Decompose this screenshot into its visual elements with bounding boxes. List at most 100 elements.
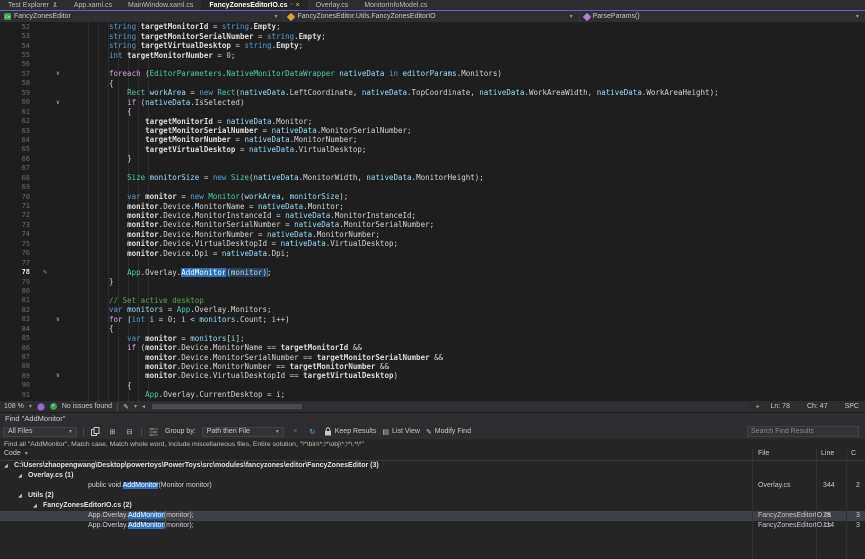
code-text: targetVirtualDesktop = nativeData.Virtua…	[70, 145, 865, 154]
fold-collapse-icon[interactable]: ∨	[56, 316, 70, 323]
result-row[interactable]: App.Overlay.AddMonitor(monitor);FancyZon…	[0, 521, 865, 531]
code-line-84[interactable]: 84 {	[0, 324, 865, 333]
expand-all-icon[interactable]: ⊞	[107, 426, 118, 437]
tab-mainwindow-xaml-cs[interactable]: MainWindow.xaml.cs	[120, 0, 201, 10]
tree-expander-icon[interactable]: ◢	[18, 493, 22, 499]
code-line-57[interactable]: 57∨foreach (EditorParameters.NativeMonit…	[0, 69, 865, 78]
member-dropdown[interactable]: ParseParams() ▾	[580, 11, 865, 22]
zoom-level[interactable]: 108 %	[0, 403, 24, 410]
tab-overlay-cs[interactable]: Overlay.cs	[308, 0, 357, 10]
code-line-87[interactable]: 87 monitor.Device.MonitorSerialNumber ==…	[0, 352, 865, 361]
code-line-85[interactable]: 85 var monitor = monitors[i];	[0, 333, 865, 342]
code-line-72[interactable]: 72 monitor.Device.MonitorInstanceId = na…	[0, 211, 865, 220]
code-line-54[interactable]: 54string targetVirtualDesktop = string.E…	[0, 41, 865, 50]
close-icon[interactable]: ×	[296, 2, 300, 9]
scroll-left-arrow[interactable]: ◂	[142, 403, 145, 410]
code-line-80[interactable]: 80	[0, 286, 865, 295]
horizontal-scrollbar[interactable]	[152, 403, 750, 410]
result-group-row[interactable]: ◢C:\Users\zhaopengwang\Desktop\powertoys…	[0, 461, 865, 471]
line-number: 82	[0, 306, 34, 314]
fold-collapse-icon[interactable]: ∨	[56, 372, 70, 379]
code-line-77[interactable]: 77	[0, 258, 865, 267]
fold-collapse-icon[interactable]: ∨	[56, 99, 70, 106]
scrollbar-thumb[interactable]	[152, 404, 302, 409]
code-line-79[interactable]: 79}	[0, 277, 865, 286]
list-view-toggle[interactable]: ▤ List View	[382, 428, 420, 436]
type-name: FancyZonesEditor.Utils.FancyZonesEditorI…	[297, 13, 435, 20]
code-line-63[interactable]: 63 targetMonitorSerialNumber = nativeDat…	[0, 126, 865, 135]
result-row[interactable]: App.Overlay.AddMonitor(monitor);FancyZon…	[0, 511, 865, 521]
tree-expander-icon[interactable]: ◢	[18, 473, 22, 479]
result-row[interactable]: public void AddMonitor(Monitor monitor)O…	[0, 481, 865, 491]
code-line-89[interactable]: 89∨ monitor.Device.VirtualDesktopId == t…	[0, 371, 865, 380]
fold-collapse-icon[interactable]: ∨	[56, 70, 70, 77]
code-line-74[interactable]: 74 monitor.Device.MonitorNumber = native…	[0, 230, 865, 239]
copy-icon[interactable]	[90, 426, 101, 437]
intellicode-icon[interactable]	[37, 403, 45, 411]
code-line-73[interactable]: 73 monitor.Device.MonitorSerialNumber = …	[0, 220, 865, 229]
scope-dropdown[interactable]: All Files ▾	[3, 427, 77, 437]
code-line-67[interactable]: 67	[0, 164, 865, 173]
refresh-icon[interactable]: ↻	[307, 426, 318, 437]
tab-monitorinfomodel-cs[interactable]: MonitorInfoModel.cs	[356, 0, 435, 10]
chevron-down-icon[interactable]: ▾	[29, 403, 32, 410]
code-line-68[interactable]: 68 Size monitorSize = new Size(nativeDat…	[0, 173, 865, 182]
scroll-right-arrow[interactable]: ▸	[756, 403, 759, 410]
pin-icon[interactable]	[52, 2, 58, 8]
code-line-62[interactable]: 62 targetMonitorId = nativeData.Monitor;	[0, 116, 865, 125]
modify-find-button[interactable]: ✎ Modify Find	[426, 428, 471, 436]
tab-fancyzoneseditorio-cs[interactable]: FancyZonesEditorIO.cs▫×	[201, 0, 307, 10]
tab-app-xaml-cs[interactable]: App.xaml.cs	[66, 0, 120, 10]
result-group-row[interactable]: ◢FancyZonesEditorIO.cs (2)	[0, 501, 865, 511]
code-line-60[interactable]: 60∨ if (nativeData.IsSelected)	[0, 98, 865, 107]
result-group-row[interactable]: ◢Overlay.cs (1)	[0, 471, 865, 481]
code-line-91[interactable]: 91 App.Overlay.CurrentDesktop = i;	[0, 390, 865, 399]
code-line-59[interactable]: 59 Rect workArea = new Rect(nativeData.L…	[0, 88, 865, 97]
code-line-65[interactable]: 65 targetVirtualDesktop = nativeData.Vir…	[0, 145, 865, 154]
code-line-53[interactable]: 53string targetMonitorSerialNumber = str…	[0, 31, 865, 40]
column-header-col[interactable]: C	[851, 450, 856, 457]
code-line-71[interactable]: 71 monitor.Device.MonitorName = nativeDa…	[0, 201, 865, 210]
code-line-55[interactable]: 55int targetMonitorNumber = 0;	[0, 50, 865, 59]
column-header-line[interactable]: Line	[821, 450, 834, 457]
tab-test-explorer[interactable]: Test Explorer	[0, 0, 66, 10]
code-line-70[interactable]: 70 var monitor = new Monitor(workArea, m…	[0, 192, 865, 201]
code-line-52[interactable]: 52string targetMonitorId = string.Empty;	[0, 22, 865, 31]
line-number: 84	[0, 325, 34, 333]
code-line-90[interactable]: 90 {	[0, 381, 865, 390]
code-line-81[interactable]: 81// Set active desktop	[0, 296, 865, 305]
code-line-82[interactable]: 82var monitors = App.Overlay.Monitors;	[0, 305, 865, 314]
tree-expander-icon[interactable]: ◢	[4, 463, 8, 469]
code-text: {	[70, 324, 865, 333]
project-dropdown[interactable]: C# FancyZonesEditor ▾	[0, 11, 284, 22]
code-line-58[interactable]: 58{	[0, 79, 865, 88]
code-text: monitor.Device.MonitorNumber = nativeDat…	[70, 230, 865, 239]
issues-status[interactable]: No issues found	[62, 403, 112, 410]
keep-results-toggle[interactable]: Keep Results	[324, 427, 377, 436]
code-line-78[interactable]: 78✎ App.Overlay.AddMonitor(monitor);	[0, 267, 865, 276]
result-group-row[interactable]: ◢Utils (2)	[0, 491, 865, 501]
clear-results-icon[interactable]: ×	[290, 426, 301, 437]
code-editor[interactable]: 52string targetMonitorId = string.Empty;…	[0, 22, 865, 401]
filter-settings-icon[interactable]	[148, 426, 159, 437]
group-by-dropdown[interactable]: Path then File ▾	[202, 427, 284, 437]
search-find-results-input[interactable]	[747, 426, 859, 437]
tree-expander-icon[interactable]: ◢	[33, 503, 37, 509]
code-line-86[interactable]: 86 if (monitor.Device.MonitorName == tar…	[0, 343, 865, 352]
type-dropdown[interactable]: FancyZonesEditor.Utils.FancyZonesEditorI…	[284, 11, 579, 22]
code-line-69[interactable]: 69	[0, 182, 865, 191]
code-line-56[interactable]: 56	[0, 60, 865, 69]
code-line-75[interactable]: 75 monitor.Device.VirtualDesktopId = nat…	[0, 239, 865, 248]
column-header-file[interactable]: File	[758, 450, 769, 457]
keep-open-icon[interactable]: ▫	[291, 2, 293, 8]
code-line-64[interactable]: 64 targetMonitorNumber = nativeData.Moni…	[0, 135, 865, 144]
code-filter-dropdown[interactable]: Code ▾	[4, 450, 28, 457]
code-line-88[interactable]: 88 monitor.Device.MonitorNumber == targe…	[0, 362, 865, 371]
code-line-61[interactable]: 61 {	[0, 107, 865, 116]
collapse-all-icon[interactable]: ⊟	[124, 426, 135, 437]
code-line-66[interactable]: 66 }	[0, 154, 865, 163]
edits-pencil-icon[interactable]: ✎	[123, 403, 129, 411]
code-line-83[interactable]: 83∨for (int i = 0; i < monitors.Count; i…	[0, 315, 865, 324]
chevron-down-icon[interactable]: ▾	[134, 403, 137, 410]
code-line-76[interactable]: 76 monitor.Device.Dpi = nativeData.Dpi;	[0, 249, 865, 258]
